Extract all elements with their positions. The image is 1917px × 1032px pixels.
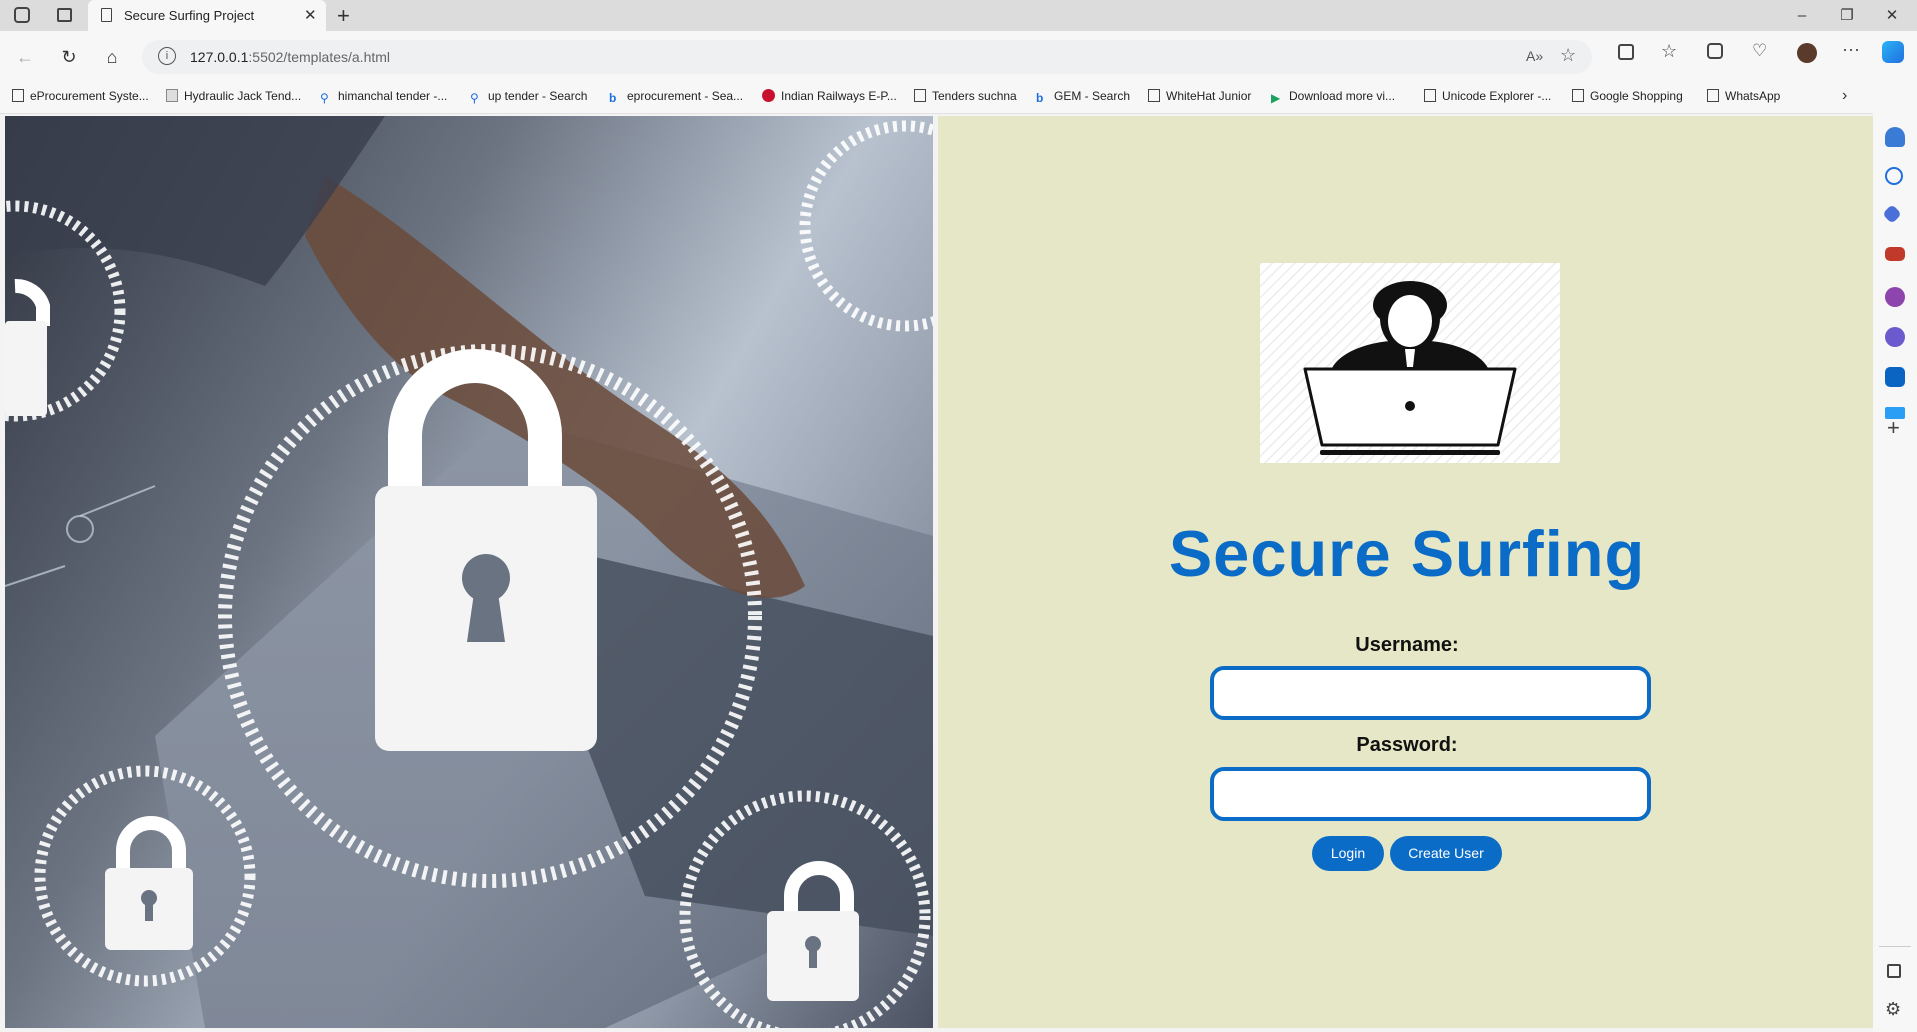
bookmark-label: Download more vi... (1289, 89, 1396, 103)
image-icon (166, 89, 178, 102)
bookmark-label: eprocurement - Sea... (627, 89, 744, 103)
bookmark-item[interactable]: Tenders suchna (914, 89, 1017, 103)
search-icon: ⚲ (470, 91, 479, 105)
back-icon[interactable]: ← (11, 43, 39, 71)
microsoft365-icon[interactable] (1885, 327, 1905, 347)
address-toolbar: ← ↻ ⌂ i 127.0.0.1:5502/templates/a.html … (0, 31, 1917, 82)
login-button[interactable]: Login (1312, 836, 1384, 871)
tab-active[interactable]: Secure Surfing Project ✕ (88, 0, 326, 31)
search-icon[interactable] (1885, 167, 1903, 185)
hero-image (5, 116, 933, 1028)
shopping-tag-icon[interactable] (1882, 204, 1902, 224)
bookmark-label: Unicode Explorer -... (1442, 89, 1552, 103)
games-icon[interactable] (1885, 287, 1905, 307)
url-host: 127.0.0.1 (190, 49, 249, 65)
site-info-icon[interactable]: i (158, 47, 176, 65)
workspaces-icon[interactable] (14, 7, 30, 23)
new-tab-icon[interactable]: + (337, 3, 350, 29)
page-icon (914, 89, 926, 102)
copilot-icon[interactable] (1882, 41, 1904, 63)
close-window-icon[interactable]: ✕ (1872, 4, 1912, 28)
minimize-icon[interactable]: – (1782, 4, 1822, 28)
bookmark-item[interactable]: Hydraulic Jack Tend... (166, 89, 301, 103)
bookmark-label: WhatsApp (1725, 89, 1781, 103)
bookmark-item[interactable]: Google Shopping (1572, 89, 1683, 103)
bookmark-item[interactable]: ⚲ himanchal tender -... (320, 89, 448, 105)
favorites-icon[interactable]: ☆ (1661, 41, 1677, 62)
bookmark-item[interactable]: ▶ Download more vi... (1271, 89, 1396, 105)
username-field[interactable] (1210, 666, 1651, 720)
password-label: Password: (1356, 734, 1458, 756)
restore-icon[interactable]: ❐ (1827, 4, 1867, 28)
user-laptop-avatar (1260, 263, 1560, 463)
login-panel: Secure Surfing Username: Password: Login… (938, 116, 1873, 1028)
page-title: Secure Surfing (1168, 517, 1646, 590)
favorite-star-icon[interactable]: ☆ (1560, 45, 1576, 66)
page-icon (1424, 89, 1436, 102)
chevron-right-icon[interactable]: › (1842, 87, 1847, 105)
tab-title: Secure Surfing Project (124, 8, 255, 23)
bookmark-label: Google Shopping (1590, 89, 1683, 103)
bookmark-item[interactable]: eProcurement Syste... (12, 89, 149, 103)
bookmark-item[interactable]: WhatsApp (1707, 89, 1780, 103)
bing-icon: b (1036, 91, 1044, 105)
browser-essentials-icon[interactable]: ♡ (1752, 41, 1767, 61)
page-icon (1707, 89, 1719, 102)
user-laptop-icon (1260, 263, 1560, 463)
password-field[interactable] (1210, 767, 1651, 821)
username-label: Username: (1355, 634, 1459, 656)
settings-gear-icon[interactable]: ⚙ (1885, 999, 1901, 1020)
collections-icon[interactable] (1707, 43, 1723, 59)
split-screen-icon[interactable] (1618, 44, 1634, 60)
bookmark-label: WhiteHat Junior (1166, 89, 1252, 103)
page-icon (1572, 89, 1584, 102)
bookmark-label: up tender - Search (488, 89, 588, 103)
tools-icon[interactable] (1885, 247, 1905, 261)
bookmark-label: Hydraulic Jack Tend... (184, 89, 302, 103)
add-sidebar-icon[interactable]: + (1887, 415, 1900, 441)
bookmarks-bar: eProcurement Syste... Hydraulic Jack Ten… (0, 82, 1917, 114)
refresh-icon[interactable]: ↻ (55, 43, 83, 71)
bookmark-label: Indian Railways E-P... (781, 89, 897, 103)
page-icon (12, 89, 24, 102)
url-path: :5502/templates/a.html (248, 49, 391, 65)
bookmark-item[interactable]: Unicode Explorer -... (1424, 89, 1551, 103)
play-icon: ▶ (1271, 91, 1281, 105)
page-icon (101, 8, 112, 22)
bookmark-label: eProcurement Syste... (30, 89, 149, 103)
url-text: 127.0.0.1:5502/templates/a.html (190, 49, 390, 65)
bookmark-item[interactable]: ⚲ up tender - Search (470, 89, 588, 105)
read-aloud-icon[interactable]: A» (1526, 48, 1543, 64)
bookmark-item[interactable]: b GEM - Search (1036, 89, 1131, 105)
bookmark-label: Tenders suchna (932, 89, 1017, 103)
home-icon[interactable]: ⌂ (98, 43, 126, 71)
page-content: Secure Surfing Username: Password: Login… (5, 116, 1873, 1028)
hide-sidebar-icon[interactable] (1887, 964, 1901, 978)
railways-icon (762, 89, 775, 102)
address-bar[interactable]: i 127.0.0.1:5502/templates/a.html A» ☆ (142, 40, 1592, 74)
notification-bell-icon[interactable] (1885, 127, 1905, 147)
more-options-icon[interactable]: ··· (1842, 39, 1860, 60)
vertical-tabs-icon[interactable] (57, 8, 72, 22)
outlook-icon[interactable] (1885, 367, 1905, 387)
bookmark-item[interactable]: WhiteHat Junior (1148, 89, 1251, 103)
profile-avatar[interactable] (1797, 43, 1817, 63)
bookmark-label: himanchal tender -... (338, 89, 448, 103)
sidebar-divider (1879, 946, 1911, 947)
bing-icon: b (609, 91, 617, 105)
close-tab-icon[interactable]: ✕ (304, 6, 317, 24)
bookmark-item[interactable]: Indian Railways E-P... (762, 89, 897, 103)
search-icon: ⚲ (320, 91, 329, 105)
bookmark-item[interactable]: b eprocurement - Sea... (609, 89, 744, 105)
page-icon (1148, 89, 1160, 102)
edge-sidebar: + ⚙ (1873, 113, 1917, 1032)
create-user-button[interactable]: Create User (1390, 836, 1502, 871)
security-illustration (5, 116, 933, 1028)
tab-bar: Secure Surfing Project ✕ + – ❐ ✕ (0, 0, 1917, 31)
bookmark-label: GEM - Search (1054, 89, 1131, 103)
